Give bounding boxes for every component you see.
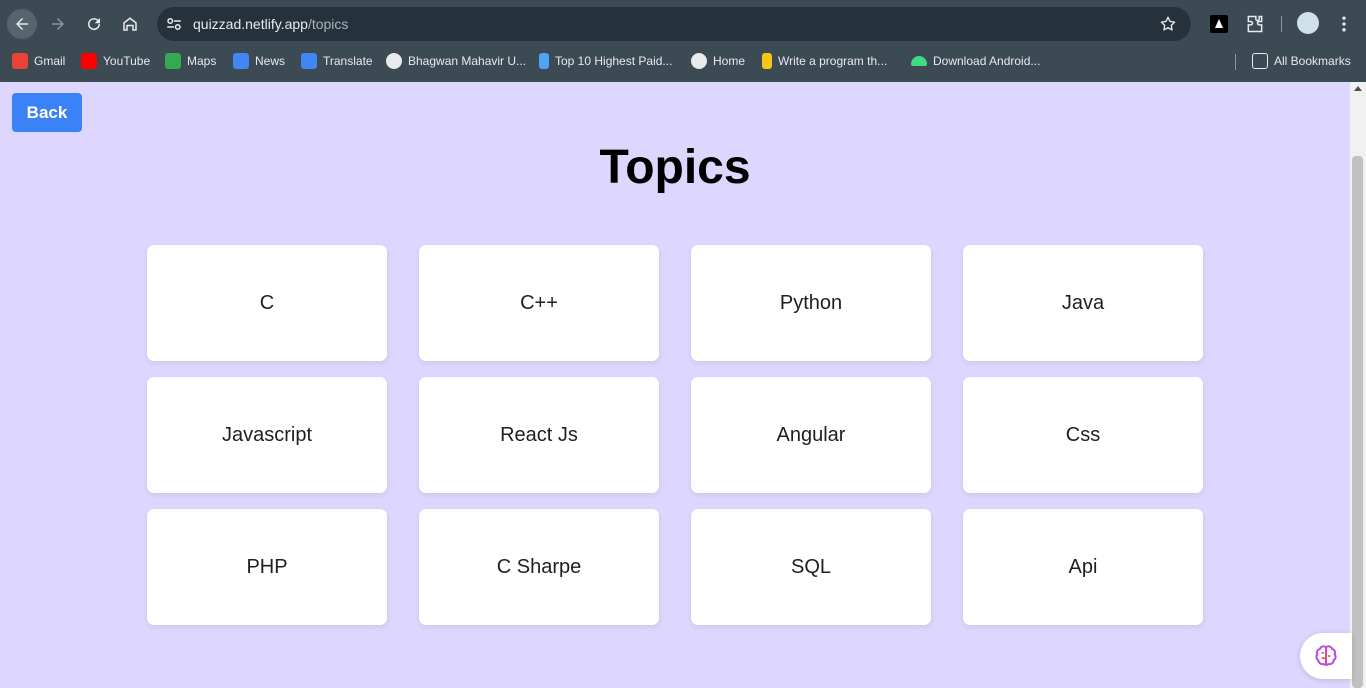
bookmark-translate[interactable]: Translate: [301, 52, 373, 70]
address-bar[interactable]: quizzad.netlify.app/topics: [157, 7, 1191, 41]
puzzle-icon[interactable]: [1244, 13, 1266, 35]
toolbar-divider: [1281, 16, 1282, 32]
topic-card-cpp[interactable]: C++: [419, 245, 659, 361]
star-icon[interactable]: [1159, 15, 1177, 33]
bookmark-label: YouTube: [103, 54, 151, 68]
bookmark-bhagwan-mahavir[interactable]: Bhagwan Mahavir U...: [386, 52, 526, 70]
bookmark-label: Download Android...: [933, 54, 1041, 68]
bookmark-youtube[interactable]: YouTube: [81, 52, 150, 70]
bookmark-label: Bhagwan Mahavir U...: [408, 54, 527, 68]
bookmark-label: News: [255, 54, 286, 68]
page-scrollbar[interactable]: [1350, 82, 1366, 688]
news-icon: [233, 53, 249, 69]
bookmark-label: Translate: [323, 54, 373, 68]
scroll-thumb[interactable]: [1352, 156, 1363, 688]
bookmark-news[interactable]: News: [233, 52, 285, 70]
maps-icon: [165, 53, 181, 69]
bookmark-site-icon: [539, 53, 549, 69]
bookmark-label: Write a program th...: [778, 54, 888, 68]
all-bookmarks-button[interactable]: All Bookmarks: [1252, 52, 1351, 70]
bookmark-maps[interactable]: Maps: [165, 52, 216, 70]
translate-icon: [301, 53, 317, 69]
back-nav-button[interactable]: [7, 9, 37, 39]
reload-button[interactable]: [79, 9, 109, 39]
reload-icon: [88, 18, 101, 31]
bookmark-label: Top 10 Highest Paid...: [555, 54, 673, 68]
bookmark-home[interactable]: Home: [691, 52, 745, 70]
home-icon: [123, 17, 137, 31]
android-icon: [911, 56, 927, 66]
bookmark-android[interactable]: Download Android...: [911, 52, 1040, 70]
gmail-icon: [12, 53, 28, 69]
topic-card-python[interactable]: Python: [691, 245, 931, 361]
url-text: quizzad.netlify.app/topics: [193, 16, 348, 32]
url-host: quizzad.netlify.app: [193, 16, 308, 32]
topic-card-php[interactable]: PHP: [147, 509, 387, 625]
browser-chrome: quizzad.netlify.app/topics Gmail YouTube…: [0, 0, 1366, 82]
forward-nav-button[interactable]: [43, 9, 73, 39]
site-info-icon[interactable]: [165, 15, 183, 33]
profile-avatar[interactable]: [1297, 12, 1319, 34]
back-button[interactable]: Back: [12, 93, 82, 132]
topic-card-java[interactable]: Java: [963, 245, 1203, 361]
page-title: Topics: [599, 141, 751, 194]
arrow-right-icon: [52, 18, 64, 30]
topic-card-sql[interactable]: SQL: [691, 509, 931, 625]
topic-card-c[interactable]: C: [147, 245, 387, 361]
all-bookmarks-label: All Bookmarks: [1274, 54, 1351, 68]
globe-icon: [386, 53, 402, 69]
url-path: /topics: [307, 16, 349, 32]
bookmarks-bar: Gmail YouTube Maps News Translate Bhagwa…: [0, 48, 1366, 74]
topics-page: Back Topics C C++ Python Java Javascript…: [0, 82, 1350, 688]
bookmark-label: Maps: [187, 54, 217, 68]
extension-icon[interactable]: [1208, 13, 1230, 35]
bookmark-write-program[interactable]: Write a program th...: [762, 52, 887, 70]
bookmark-label: Home: [713, 54, 746, 68]
youtube-icon: [81, 53, 97, 69]
topic-card-angular[interactable]: Angular: [691, 377, 931, 493]
topic-card-c-sharpe[interactable]: C Sharpe: [419, 509, 659, 625]
globe-icon: [691, 53, 707, 69]
bookmark-site-icon: [762, 53, 772, 69]
browser-toolbar: quizzad.netlify.app/topics: [0, 0, 1366, 48]
floating-assistant-button[interactable]: [1300, 633, 1352, 679]
folder-icon: [1252, 53, 1268, 69]
home-button[interactable]: [115, 9, 145, 39]
brain-icon: [1315, 645, 1337, 666]
kebab-menu-icon[interactable]: [1333, 13, 1355, 35]
bookmark-label: Gmail: [34, 54, 66, 68]
topic-card-react-js[interactable]: React Js: [419, 377, 659, 493]
topic-card-api[interactable]: Api: [963, 509, 1203, 625]
bookmarks-divider: [1235, 54, 1236, 70]
topic-card-css[interactable]: Css: [963, 377, 1203, 493]
arrow-left-icon: [16, 18, 28, 30]
bookmark-top-10[interactable]: Top 10 Highest Paid...: [539, 52, 672, 70]
bookmark-gmail[interactable]: Gmail: [12, 52, 65, 70]
topics-grid: C C++ Python Java Javascript React Js An…: [147, 245, 1203, 625]
scroll-up-arrow-icon[interactable]: [1354, 86, 1362, 91]
topic-card-javascript[interactable]: Javascript: [147, 377, 387, 493]
